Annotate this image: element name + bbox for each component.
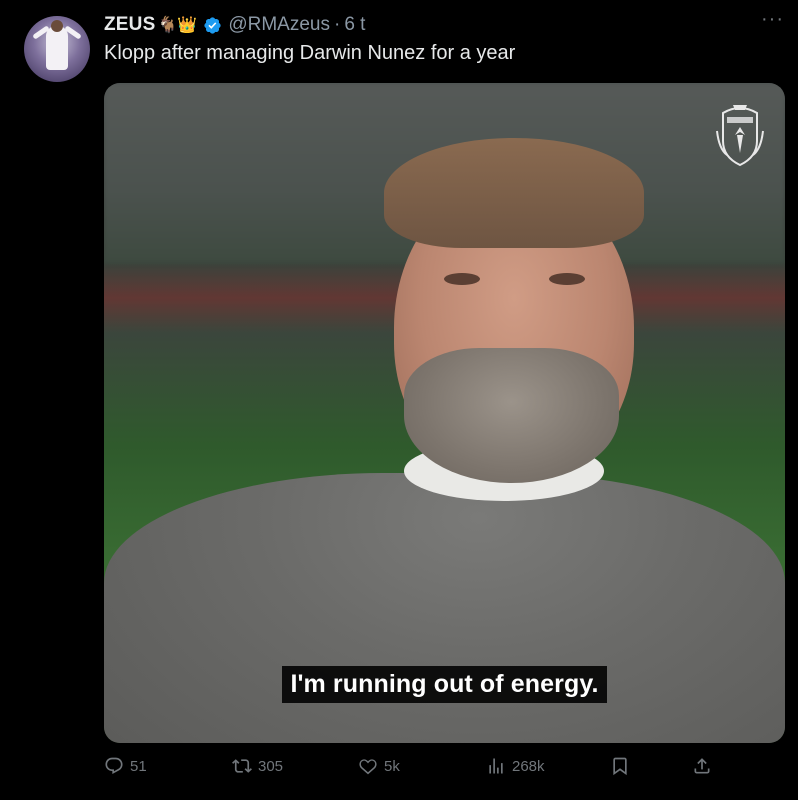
repost-count: 305 [258, 757, 284, 775]
separator-dot: · [333, 14, 341, 35]
media-person-eye [549, 273, 585, 285]
author-name[interactable]: ZEUS [104, 14, 155, 36]
avatar-figure-head [51, 20, 63, 32]
video-subtitle-text: I'm running out of energy. [282, 666, 607, 703]
views-button[interactable]: 268k [486, 756, 545, 776]
more-options-icon[interactable]: ··· [761, 9, 784, 29]
reply-button[interactable]: 51 [104, 756, 147, 776]
tweet-media-video[interactable]: I'm running out of energy. [104, 83, 785, 743]
author-avatar[interactable] [24, 16, 90, 82]
media-person-hair [384, 138, 644, 248]
tweet-header: ZEUS 🐐👑 @RMAzeus · 6 t [104, 12, 365, 38]
share-button[interactable] [692, 756, 718, 776]
avatar-figure [46, 26, 68, 70]
verified-badge-icon [204, 16, 221, 34]
bookmark-button[interactable] [610, 756, 636, 776]
media-person-beard [404, 348, 619, 483]
views-count: 268k [512, 757, 545, 775]
reply-icon [105, 757, 123, 775]
repost-icon [232, 759, 252, 773]
tweet-actions: 51 305 5k 268k [104, 756, 724, 782]
tweet-text: Klopp after managing Darwin Nunez for a … [104, 42, 516, 64]
bookmark-icon [613, 757, 627, 776]
tweet-time[interactable]: 6 t [344, 14, 365, 36]
like-button[interactable]: 5k [358, 756, 400, 776]
views-chart-icon [489, 758, 503, 774]
repost-button[interactable]: 305 [232, 756, 283, 776]
author-handle[interactable]: @RMAzeus [228, 14, 330, 36]
liverpool-crest-icon [716, 105, 764, 167]
heart-icon [359, 759, 377, 775]
media-person-eye [444, 273, 480, 285]
share-icon [694, 758, 710, 774]
video-subtitle: I'm running out of energy. [104, 666, 785, 703]
reply-count: 51 [130, 757, 147, 775]
like-count: 5k [384, 757, 400, 775]
author-emojis: 🐐👑 [157, 17, 198, 34]
